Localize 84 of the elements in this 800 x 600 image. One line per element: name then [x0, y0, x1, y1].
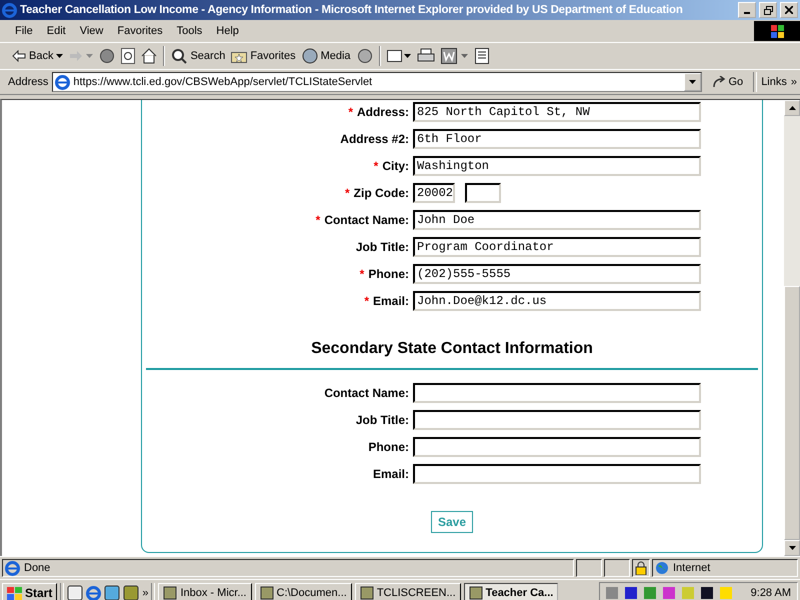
back-button[interactable]: Back: [12, 50, 64, 62]
text-field[interactable]: (202)555-5555: [413, 264, 701, 284]
text-field[interactable]: 825 North Capitol St, NW: [413, 102, 701, 122]
home-icon[interactable]: [141, 48, 158, 64]
field-label: Job Title:: [354, 413, 409, 427]
address-field[interactable]: https://www.tcli.ed.gov/CBSWebApp/servlet/TCLIStateServlet: [52, 72, 702, 92]
restore-button[interactable]: [759, 2, 777, 18]
menu-item[interactable]: Help: [209, 23, 246, 39]
text-field[interactable]: [413, 437, 701, 457]
field-label: Email:: [372, 467, 409, 481]
clock-text: 9:28 AM: [750, 587, 791, 599]
field-label: Address #2:: [339, 132, 409, 146]
taskbar-button[interactable]: TCLISCREEN...: [354, 583, 461, 600]
status-pane: [576, 559, 602, 577]
status-text: Done: [24, 562, 50, 574]
lock-icon: [635, 561, 647, 575]
menu-item[interactable]: Favorites: [110, 23, 170, 39]
back-arrow-icon: [12, 50, 26, 62]
menu-item[interactable]: View: [72, 23, 110, 39]
app-icon: [163, 586, 178, 600]
zip-extension-field[interactable]: [465, 183, 501, 203]
go-arrow-icon: [712, 76, 726, 88]
section-heading: Secondary State Contact Information: [311, 340, 593, 358]
field-label: * Phone:: [358, 267, 409, 281]
field-label: * Address:: [347, 105, 409, 119]
menu-item[interactable]: Edit: [40, 23, 73, 39]
dropdown-button[interactable]: [684, 73, 700, 91]
address-label: Address: [8, 76, 48, 88]
zip-code-field[interactable]: 20002: [413, 183, 455, 203]
text-field[interactable]: Program Coordinator: [413, 237, 701, 257]
windows-logo-icon: [770, 24, 784, 38]
caret-icon: [56, 54, 64, 58]
page-icon: [55, 74, 70, 90]
app-icon: [468, 586, 483, 600]
text-field[interactable]: 6th Floor: [413, 129, 701, 149]
chevron-button[interactable]: »: [142, 587, 148, 599]
app-icon: [260, 586, 274, 600]
zone-text: Internet: [673, 562, 710, 574]
menu-item[interactable]: Tools: [170, 23, 210, 39]
search-button[interactable]: Search: [171, 48, 226, 64]
taskbar-button[interactable]: Inbox - Micr...: [158, 583, 252, 600]
links-button[interactable]: Links: [761, 76, 787, 88]
field-label: Job Title:: [354, 240, 409, 254]
status-pane: [604, 559, 630, 577]
window-title: Teacher Cancellation Low Income - Agency Information - Microsoft Internet Explorer provided by US Department of Education: [20, 4, 684, 16]
start-button[interactable]: Start: [2, 583, 58, 600]
chevron-button[interactable]: »: [790, 76, 800, 88]
menu-item[interactable]: File: [8, 23, 40, 39]
taskbar-button[interactable]: C:\Documen...: [254, 583, 352, 600]
favorites-button[interactable]: Favorites: [231, 49, 296, 63]
scrollbar[interactable]: [784, 100, 800, 556]
page-icon: [5, 560, 20, 576]
text-field[interactable]: John.Doe@k12.dc.us: [413, 291, 701, 311]
scroll-down-icon[interactable]: [788, 546, 796, 550]
star-folder-icon: [231, 49, 248, 63]
field-label: * Contact Name:: [314, 213, 409, 227]
text-field[interactable]: Washington: [413, 156, 701, 176]
field-label: * Zip Code:: [344, 186, 409, 200]
app-icon: [360, 586, 374, 600]
windows-logo-icon: [7, 586, 22, 600]
caret-icon: [688, 80, 696, 84]
close-icon: [785, 6, 793, 14]
text-field[interactable]: [413, 383, 701, 403]
text-field[interactable]: [413, 464, 701, 484]
field-label: Phone:: [367, 440, 409, 454]
field-label: * Email:: [363, 294, 409, 308]
browser-icon: [86, 586, 102, 600]
ie-logo-icon: [2, 2, 17, 18]
media-button[interactable]: Media: [302, 48, 351, 64]
search-icon: [171, 48, 188, 64]
restore-icon: [764, 6, 772, 14]
field-label: * City:: [372, 159, 409, 173]
minimize-button[interactable]: [738, 2, 756, 18]
text-field[interactable]: [413, 410, 701, 430]
taskbar-button[interactable]: Teacher Ca...: [464, 583, 558, 600]
scroll-up-icon[interactable]: [788, 106, 796, 110]
edit-icon[interactable]: [440, 48, 469, 64]
globe-icon: [655, 561, 669, 575]
text-field[interactable]: John Doe: [413, 210, 701, 230]
print-icon[interactable]: [416, 48, 435, 64]
field-label: Contact Name:: [323, 386, 409, 400]
go-button[interactable]: Go: [706, 76, 750, 88]
close-button[interactable]: [780, 2, 798, 18]
document-icon[interactable]: [474, 48, 489, 64]
